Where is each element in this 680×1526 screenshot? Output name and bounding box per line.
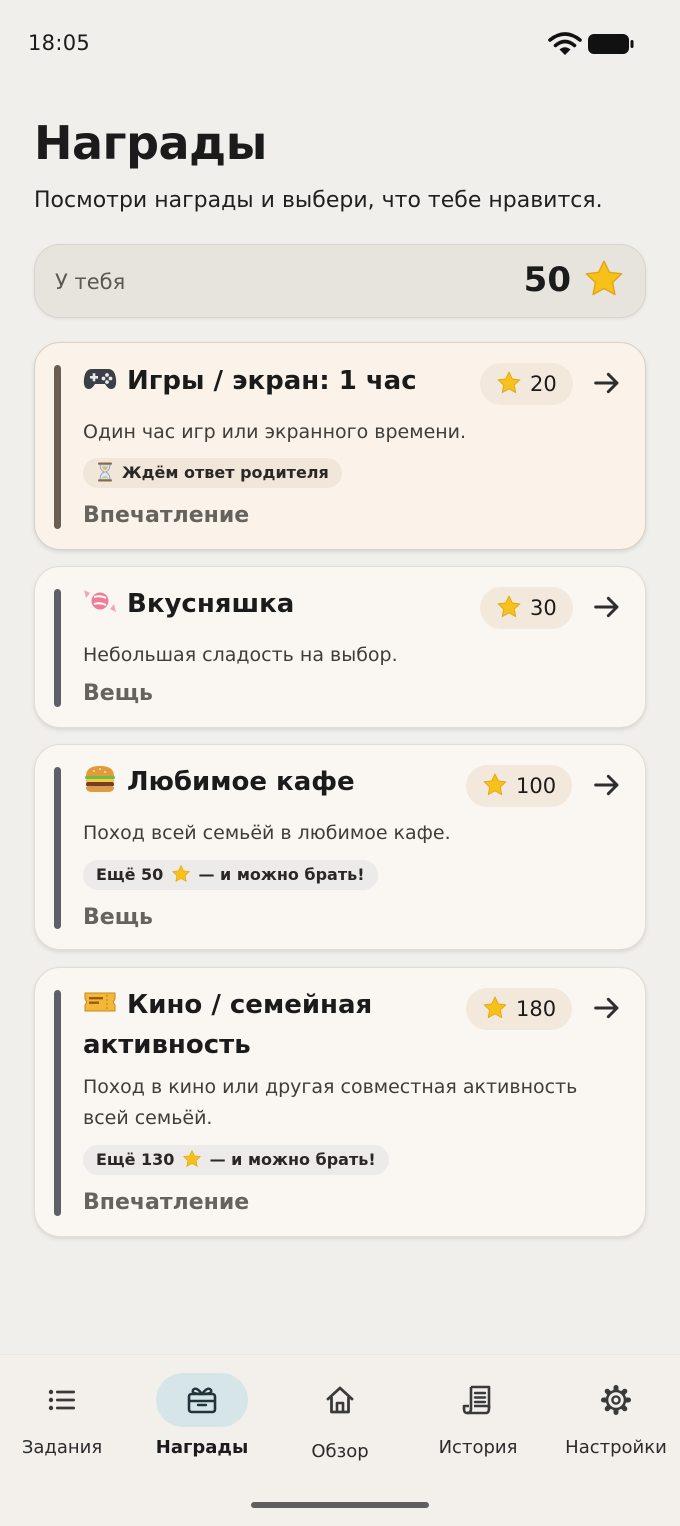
gear-icon — [601, 1385, 631, 1415]
status-time: 18:05 — [28, 31, 91, 55]
star-balance-card: У тебя 50 — [34, 244, 646, 318]
nav-label: Обзор — [311, 1441, 369, 1462]
star-icon — [496, 594, 522, 620]
stars-needed-prefix: Ещё 130 — [96, 1150, 175, 1169]
reward-category: Вещь — [83, 681, 153, 706]
nav-item-overview[interactable]: Обзор — [272, 1373, 408, 1483]
home-icon — [326, 1386, 354, 1414]
stars-needed-badge: Ещё 50 — и можно брать! — [83, 860, 378, 890]
candy-icon — [84, 590, 116, 612]
nav-icon-container — [16, 1373, 108, 1427]
reward-title-text: Вкусняшка — [127, 589, 295, 619]
star-icon — [482, 995, 508, 1021]
reward-price: 180 — [516, 997, 557, 1021]
ticket-icon — [84, 992, 116, 1012]
price-chip: 20 — [480, 363, 573, 405]
reward-title-line1: Кино / семейная — [127, 990, 373, 1020]
star-icon — [182, 1149, 202, 1169]
nav-icon-container — [570, 1373, 662, 1427]
page-subtitle: Посмотри награды и выбери, что тебе нрав… — [34, 188, 603, 213]
gift-icon — [187, 1387, 217, 1414]
reward-card-treat[interactable]: Вкусняшка 30 Небольшая сладость на выбор… — [34, 566, 646, 728]
reward-title: Кино / семейная — [83, 985, 372, 1025]
card-accent-bar — [54, 767, 61, 929]
price-chip: 30 — [480, 587, 573, 629]
nav-label: Награды — [155, 1437, 249, 1458]
reward-description-line1: Поход в кино или другая совместная актив… — [83, 1076, 578, 1098]
reward-title-text: Игры / экран: 1 час — [127, 366, 417, 396]
nav-item-rewards[interactable]: Награды — [134, 1373, 270, 1483]
gamepad-icon — [83, 369, 117, 389]
reward-price: 100 — [516, 774, 557, 798]
burger-icon — [85, 766, 115, 792]
rewards-screen: 18:05 Награды Посмотри награды и выбери,… — [0, 0, 680, 1526]
reward-price: 20 — [530, 372, 557, 396]
status-badge: Ждём ответ родителя — [83, 458, 342, 488]
card-accent-bar — [54, 990, 61, 1216]
reward-category: Вещь — [83, 905, 153, 930]
nav-icon-container — [294, 1373, 386, 1427]
reward-category: Впечатление — [83, 503, 250, 528]
reward-description: Поход всей семьёй в любимое кафе. — [83, 822, 451, 844]
nav-icon-container — [156, 1373, 248, 1427]
nav-icon-container — [432, 1373, 524, 1427]
nav-item-history[interactable]: История — [410, 1373, 546, 1483]
reward-description: Один час игр или экранного времени. — [83, 421, 467, 443]
card-accent-bar — [54, 589, 61, 707]
arrow-right-icon[interactable] — [591, 769, 623, 801]
reward-title: Любимое кафе — [83, 762, 355, 802]
nav-label: История — [438, 1437, 518, 1458]
nav-label: Настройки — [565, 1437, 667, 1458]
status-text: Ждём ответ родителя — [122, 463, 329, 482]
price-chip: 180 — [466, 988, 573, 1030]
stars-needed-prefix: Ещё 50 — [96, 865, 164, 884]
home-indicator[interactable] — [251, 1502, 429, 1508]
hourglass-icon — [98, 462, 112, 482]
bottom-navigation: Задания Награды Обзор История Настройки — [0, 1354, 680, 1526]
stars-needed-badge: Ещё 130 — и можно брать! — [83, 1145, 389, 1175]
balance-value: 50 — [523, 260, 571, 300]
arrow-right-icon[interactable] — [591, 367, 623, 399]
receipt-icon — [462, 1385, 491, 1415]
nav-item-settings[interactable]: Настройки — [548, 1373, 680, 1483]
reward-price: 30 — [530, 596, 557, 620]
reward-category: Впечатление — [83, 1190, 250, 1215]
reward-title: Игры / экран: 1 час — [83, 361, 417, 401]
reward-card-games[interactable]: Игры / экран: 1 час 20 Один час игр или … — [34, 342, 646, 550]
reward-description: Небольшая сладость на выбор. — [83, 644, 398, 666]
wifi-icon — [548, 32, 582, 55]
nav-item-tasks[interactable]: Задания — [0, 1373, 130, 1483]
list-icon — [48, 1389, 75, 1411]
battery-icon — [588, 34, 634, 54]
star-icon — [496, 370, 522, 396]
status-bar: 18:05 — [0, 0, 680, 88]
stars-needed-suffix: — и можно брать! — [198, 865, 365, 884]
reward-description-line2: всей семьёй. — [83, 1107, 213, 1129]
arrow-right-icon[interactable] — [591, 992, 623, 1024]
star-icon — [482, 772, 508, 798]
reward-card-cinema[interactable]: Кино / семейная активность 180 Поход в к… — [34, 967, 646, 1237]
stars-needed-suffix: — и можно брать! — [209, 1150, 376, 1169]
price-chip: 100 — [466, 765, 573, 807]
arrow-right-icon[interactable] — [591, 591, 623, 623]
reward-card-cafe[interactable]: Любимое кафе 100 Поход всей семьёй в люб… — [34, 744, 646, 950]
star-icon — [171, 864, 191, 884]
page-title: Награды — [34, 116, 267, 170]
card-accent-bar — [54, 365, 61, 529]
nav-label: Задания — [21, 1437, 103, 1458]
balance-label: У тебя — [55, 270, 126, 294]
reward-title-line2: активность — [83, 1030, 251, 1060]
reward-title-text: Любимое кафе — [127, 767, 355, 797]
reward-title: Вкусняшка — [83, 584, 294, 624]
star-icon — [583, 258, 625, 300]
